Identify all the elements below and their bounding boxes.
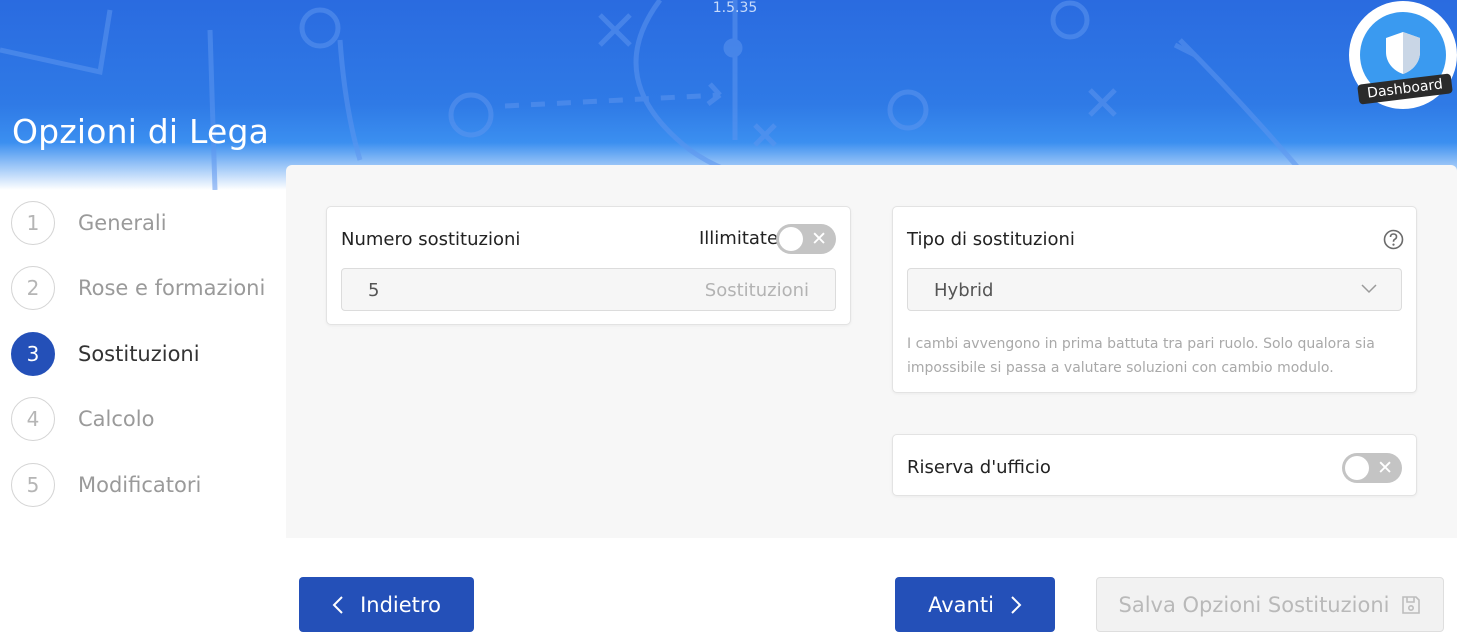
toggle-knob: [1345, 456, 1369, 480]
substitution-type-select[interactable]: Hybrid: [907, 268, 1402, 311]
substitution-type-card: Tipo di sostituzioni Hybrid I cambi avve…: [892, 206, 1417, 393]
back-button[interactable]: Indietro: [299, 577, 474, 632]
unlimited-toggle[interactable]: ✕: [776, 224, 836, 254]
back-label: Indietro: [360, 592, 441, 617]
options-panel: Numero sostituzioni Illimitate ✕ 5 Sosti…: [286, 165, 1457, 538]
help-icon[interactable]: [1383, 229, 1404, 250]
step-rose-e-formazioni[interactable]: 2 Rose e formazioni: [11, 266, 265, 310]
substitutions-count-title: Numero sostituzioni: [341, 229, 521, 250]
step-label: Rose e formazioni: [78, 276, 266, 300]
shield-icon: [1386, 32, 1420, 74]
next-label: Avanti: [928, 592, 994, 617]
step-label: Calcolo: [78, 407, 155, 431]
step-number: 2: [11, 266, 55, 310]
chevron-left-icon: [332, 595, 343, 614]
chevron-down-icon: [1361, 284, 1377, 294]
app-version: 1.5.35: [712, 0, 758, 16]
substitutions-count-card: Numero sostituzioni Illimitate ✕ 5 Sosti…: [326, 206, 851, 325]
step-number: 5: [11, 463, 55, 507]
next-button[interactable]: Avanti: [895, 577, 1055, 632]
step-sostituzioni[interactable]: 3 Sostituzioni: [11, 332, 200, 376]
substitution-type-description: I cambi avvengono in prima battuta tra p…: [907, 332, 1412, 380]
substitutions-count-input[interactable]: 5 Sostituzioni: [341, 268, 836, 311]
reserve-card: Riserva d'ufficio ✕: [892, 434, 1417, 496]
chevron-right-icon: [1011, 595, 1022, 614]
reserve-toggle[interactable]: ✕: [1342, 453, 1402, 483]
step-label: Sostituzioni: [78, 342, 200, 366]
floppy-disk-icon: [1402, 595, 1421, 614]
description-line: I cambi avvengono in prima battuta tra p…: [907, 336, 1375, 352]
toggle-knob: [779, 227, 803, 251]
unlimited-label: Illimitate: [699, 228, 779, 249]
step-number: 3: [11, 332, 55, 376]
description-line: impossibile si passa a valutare soluzion…: [907, 360, 1334, 376]
substitution-type-title: Tipo di sostituzioni: [907, 229, 1075, 250]
close-icon: ✕: [811, 228, 827, 250]
step-label: Generali: [78, 211, 167, 235]
tactics-pattern: [0, 0, 1302, 190]
page-title: Opzioni di Lega: [12, 112, 270, 151]
step-calcolo[interactable]: 4 Calcolo: [11, 397, 154, 441]
step-modificatori[interactable]: 5 Modificatori: [11, 463, 201, 507]
step-label: Modificatori: [78, 473, 202, 497]
substitutions-count-value: 5: [368, 280, 380, 301]
substitutions-suffix: Sostituzioni: [704, 280, 809, 301]
header-banner: 1.5.35 Opzioni di Lega: [0, 0, 1457, 190]
save-label: Salva Opzioni Sostituzioni: [1118, 592, 1390, 617]
app-root: 1.5.35 Opzioni di Lega Dashboard 1 Gener…: [0, 0, 1457, 640]
substitution-type-value: Hybrid: [934, 280, 994, 301]
dashboard-button[interactable]: Dashboard: [1349, 1, 1457, 109]
save-button[interactable]: Salva Opzioni Sostituzioni: [1096, 577, 1444, 632]
step-number: 1: [11, 201, 55, 245]
close-icon: ✕: [1377, 457, 1393, 479]
step-generali[interactable]: 1 Generali: [11, 201, 167, 245]
step-number: 4: [11, 397, 55, 441]
reserve-title: Riserva d'ufficio: [907, 457, 1051, 478]
